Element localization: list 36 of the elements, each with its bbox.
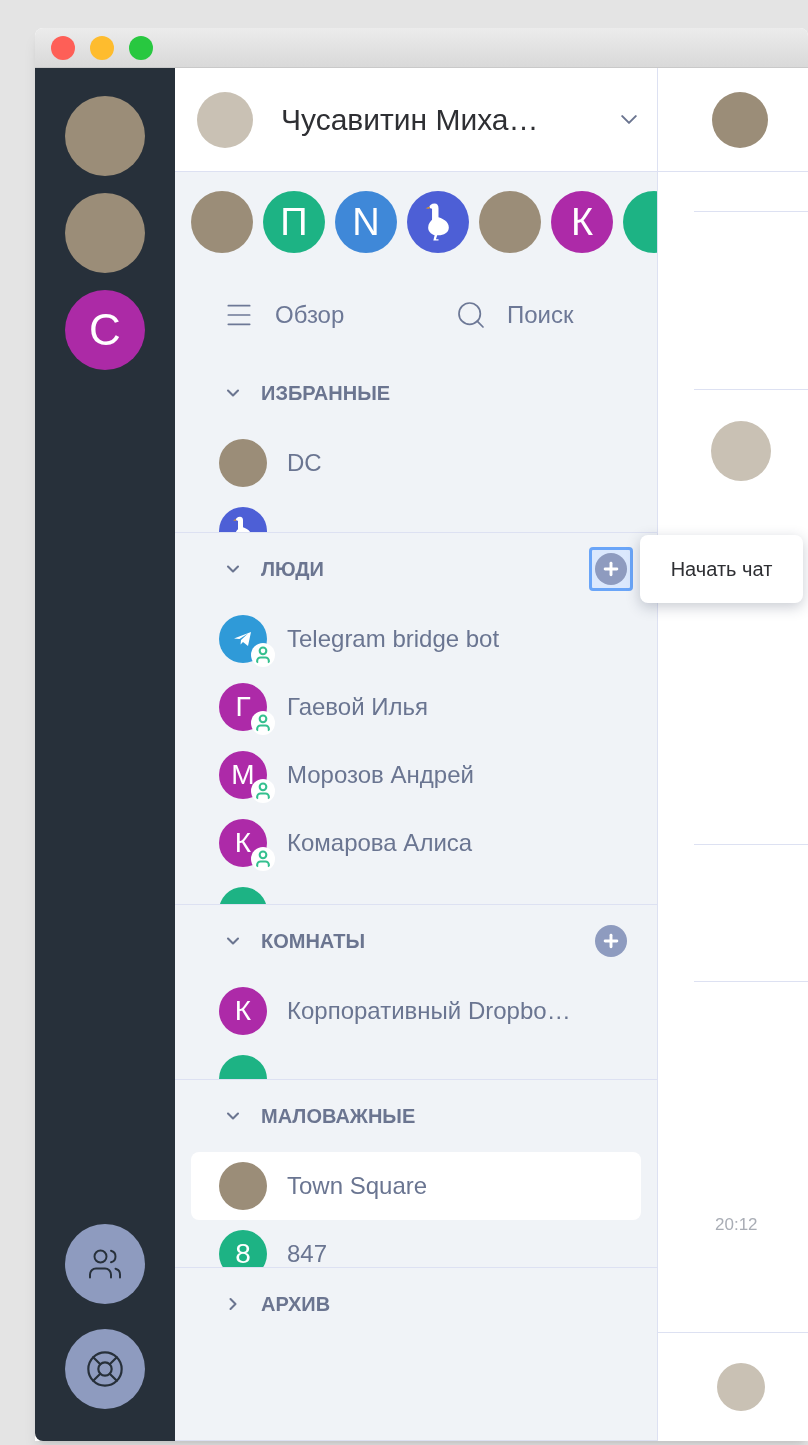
section-title[interactable]: ЛЮДИ (261, 554, 324, 584)
room-name: 847 (287, 1239, 328, 1267)
room-name: Корпоративный Dropbo… (287, 996, 571, 1026)
room-name: DC (287, 448, 322, 478)
search-button[interactable]: Поиск (455, 296, 574, 333)
room-item[interactable]: К Корпоративный Dropbo… (191, 977, 641, 1045)
account-menu[interactable]: Чусавитин Миха… (175, 68, 657, 172)
account-name: Чусавитин Миха… (281, 102, 539, 138)
room-item[interactable]: DC (191, 429, 641, 497)
recent-room[interactable]: П (263, 191, 325, 253)
room-item[interactable]: Town Square (191, 1152, 641, 1220)
space-avatar[interactable]: С (65, 290, 145, 370)
section-title[interactable]: ИЗБРАННЫЕ (261, 378, 391, 408)
room-item[interactable]: К Комарова Алиса (191, 809, 641, 877)
room-name: Town Square (287, 1171, 428, 1201)
room-name: Гаевой Илья (287, 692, 428, 722)
letter-avatar: Г (219, 683, 267, 731)
recent-room[interactable]: К (551, 191, 613, 253)
room-name: Морозов Андрей (287, 760, 474, 790)
section-title[interactable]: МАЛОВАЖНЫЕ (261, 1101, 416, 1131)
room-item[interactable]: 8 847 (191, 1220, 641, 1267)
explore-button[interactable]: Обзор (223, 296, 455, 333)
letter-avatar: 8 (219, 1230, 267, 1267)
message-time: 20:12 (715, 1213, 758, 1236)
recent-room[interactable]: N (335, 191, 397, 253)
room-item[interactable]: Telegram bridge bot (191, 605, 641, 673)
section-title[interactable]: КОМНАТЫ (261, 926, 366, 956)
room-item[interactable]: М Морозов Андрей (191, 741, 641, 809)
room-name: Telegram bridge bot (287, 624, 500, 654)
room-item[interactable]: Г Гаевой Илья (191, 673, 641, 741)
letter-avatar: К (219, 987, 267, 1035)
section-title[interactable]: АРХИВ (261, 1289, 331, 1319)
letter-avatar: К (219, 819, 267, 867)
letter-avatar: М (219, 751, 267, 799)
room-name: Комарова Алиса (287, 828, 473, 858)
tooltip: Начать чат (640, 535, 803, 603)
